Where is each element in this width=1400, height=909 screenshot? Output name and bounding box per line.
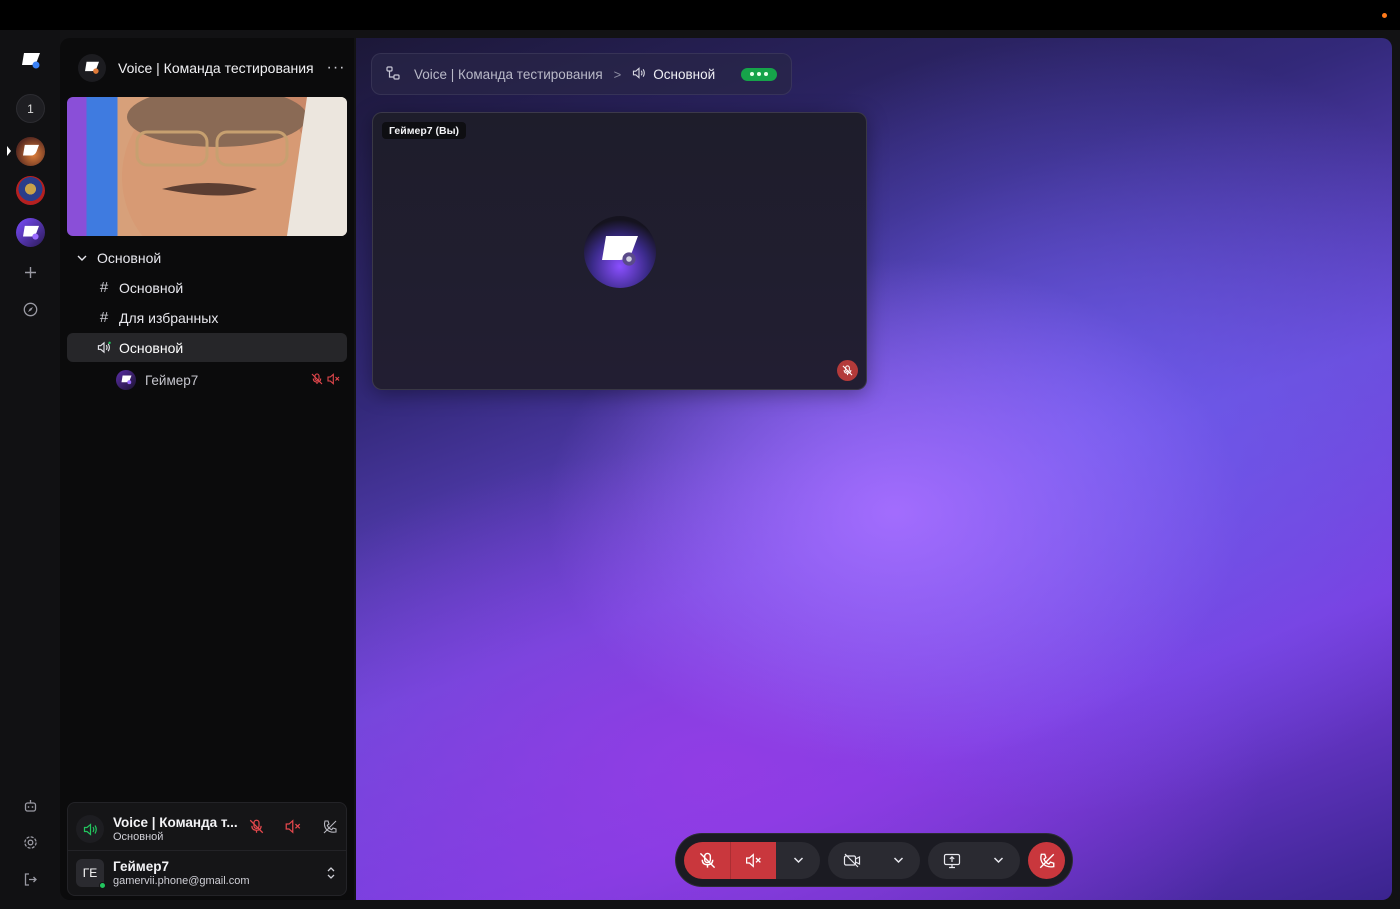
window-title-bar (0, 0, 1400, 30)
user-avatar: ГЕ (76, 859, 106, 889)
breadcrumb: Voice | Команда тестирования > Основной (371, 53, 792, 95)
leave-call-button[interactable] (1028, 842, 1065, 879)
server-avatar-3[interactable] (16, 218, 45, 247)
hash-icon: # (99, 279, 109, 296)
voice-member[interactable]: Геймер7 (116, 369, 346, 391)
voice-server-title: Voice | Команда т... (113, 815, 238, 830)
mic-off-icon (699, 852, 715, 869)
mic-off-icon[interactable] (249, 819, 264, 840)
mic-off-icon (311, 372, 323, 388)
chevron-down-icon (793, 857, 803, 864)
participant-tile[interactable]: Геймер7 (Вы) (372, 112, 867, 390)
unread-count-badge[interactable]: 1 (16, 94, 45, 123)
server-title: Voice | Команда тестирования (118, 60, 314, 76)
voice-stage: Voice | Команда тестирования > Основной … (356, 38, 1392, 900)
channel-tree-icon[interactable] (386, 65, 400, 83)
breadcrumb-server[interactable]: Voice | Команда тестирования (414, 67, 603, 82)
server-avatar-1[interactable] (16, 137, 45, 166)
chevron-down-icon (993, 857, 1003, 864)
camera-toggle-button[interactable] (828, 842, 876, 879)
deafen-button[interactable] (730, 842, 776, 879)
breadcrumb-separator: > (613, 66, 622, 82)
hang-up-icon[interactable] (322, 819, 338, 840)
gear-icon[interactable] (19, 831, 41, 853)
user-account-row[interactable]: ГЕ Геймер7 gamervii.phone@gmail.com (76, 855, 340, 891)
screen-share-options-button[interactable] (976, 842, 1020, 879)
more-options-button[interactable]: ··· (324, 59, 348, 77)
voice-channel-name: Основной (113, 831, 164, 843)
camera-options-button[interactable] (876, 842, 920, 879)
audio-options-button[interactable] (776, 842, 820, 879)
camera-off-icon (843, 853, 861, 868)
server-header[interactable]: Voice | Команда тестирования ··· (78, 52, 348, 84)
screen-share-button[interactable] (928, 842, 976, 879)
status-dot (1382, 13, 1387, 18)
channel-text-favorites[interactable]: # Для избранных (67, 303, 347, 332)
voice-connected-icon (76, 815, 104, 843)
channel-voice-main[interactable]: Основной (67, 333, 347, 362)
call-controls-bar (675, 833, 1073, 887)
participant-avatar (584, 216, 656, 288)
category-label: Основной (97, 250, 162, 266)
voice-status-panel: Voice | Команда т... Основной ГЕ Геймер7… (67, 802, 347, 896)
user-initials: ГЕ (82, 866, 98, 880)
mute-mic-button[interactable] (684, 842, 730, 879)
participant-name-tag: Геймер7 (Вы) (382, 122, 467, 139)
chevron-down-icon (893, 857, 903, 864)
server-avatar-2[interactable] (16, 176, 45, 205)
unread-count: 1 (27, 101, 34, 116)
robot-icon[interactable] (19, 794, 41, 816)
online-status-indicator (99, 882, 106, 889)
member-name: Геймер7 (145, 372, 199, 388)
member-avatar (116, 370, 136, 390)
chevron-down-icon (76, 252, 88, 264)
voice-connection-row: Voice | Команда т... Основной (76, 811, 340, 847)
user-email: gamervii.phone@gmail.com (113, 875, 250, 887)
hang-up-icon (1039, 853, 1054, 868)
channel-label: Основной (119, 279, 184, 296)
channel-label: Основной (119, 339, 184, 356)
user-name: Геймер7 (113, 859, 170, 874)
channel-text-main[interactable]: # Основной (67, 273, 347, 302)
hash-icon: # (99, 309, 109, 326)
selected-server-indicator (7, 146, 11, 156)
speaker-off-icon (746, 853, 761, 868)
app-logo-icon[interactable] (16, 46, 45, 75)
mic-off-icon (837, 360, 858, 381)
speaker-icon (632, 66, 646, 82)
screen-share-icon (943, 853, 961, 868)
server-rail: 1 (0, 30, 60, 909)
channel-sidebar: Voice | Команда тестирования ··· Основно… (60, 38, 354, 900)
divider (68, 850, 346, 851)
account-switch-icon[interactable] (326, 866, 336, 880)
category-header[interactable]: Основной (76, 250, 161, 266)
server-avatar (78, 54, 106, 82)
logout-icon[interactable] (19, 868, 41, 890)
connection-status-badge[interactable] (741, 67, 778, 81)
server-banner-image (67, 97, 347, 236)
plus-icon[interactable] (19, 261, 41, 283)
speaker-icon (97, 341, 111, 354)
breadcrumb-channel: Основной (653, 66, 716, 82)
speaker-off-icon[interactable] (285, 818, 301, 840)
channel-label: Для избранных (119, 309, 219, 326)
compass-icon[interactable] (19, 298, 41, 320)
speaker-off-icon (327, 372, 340, 388)
